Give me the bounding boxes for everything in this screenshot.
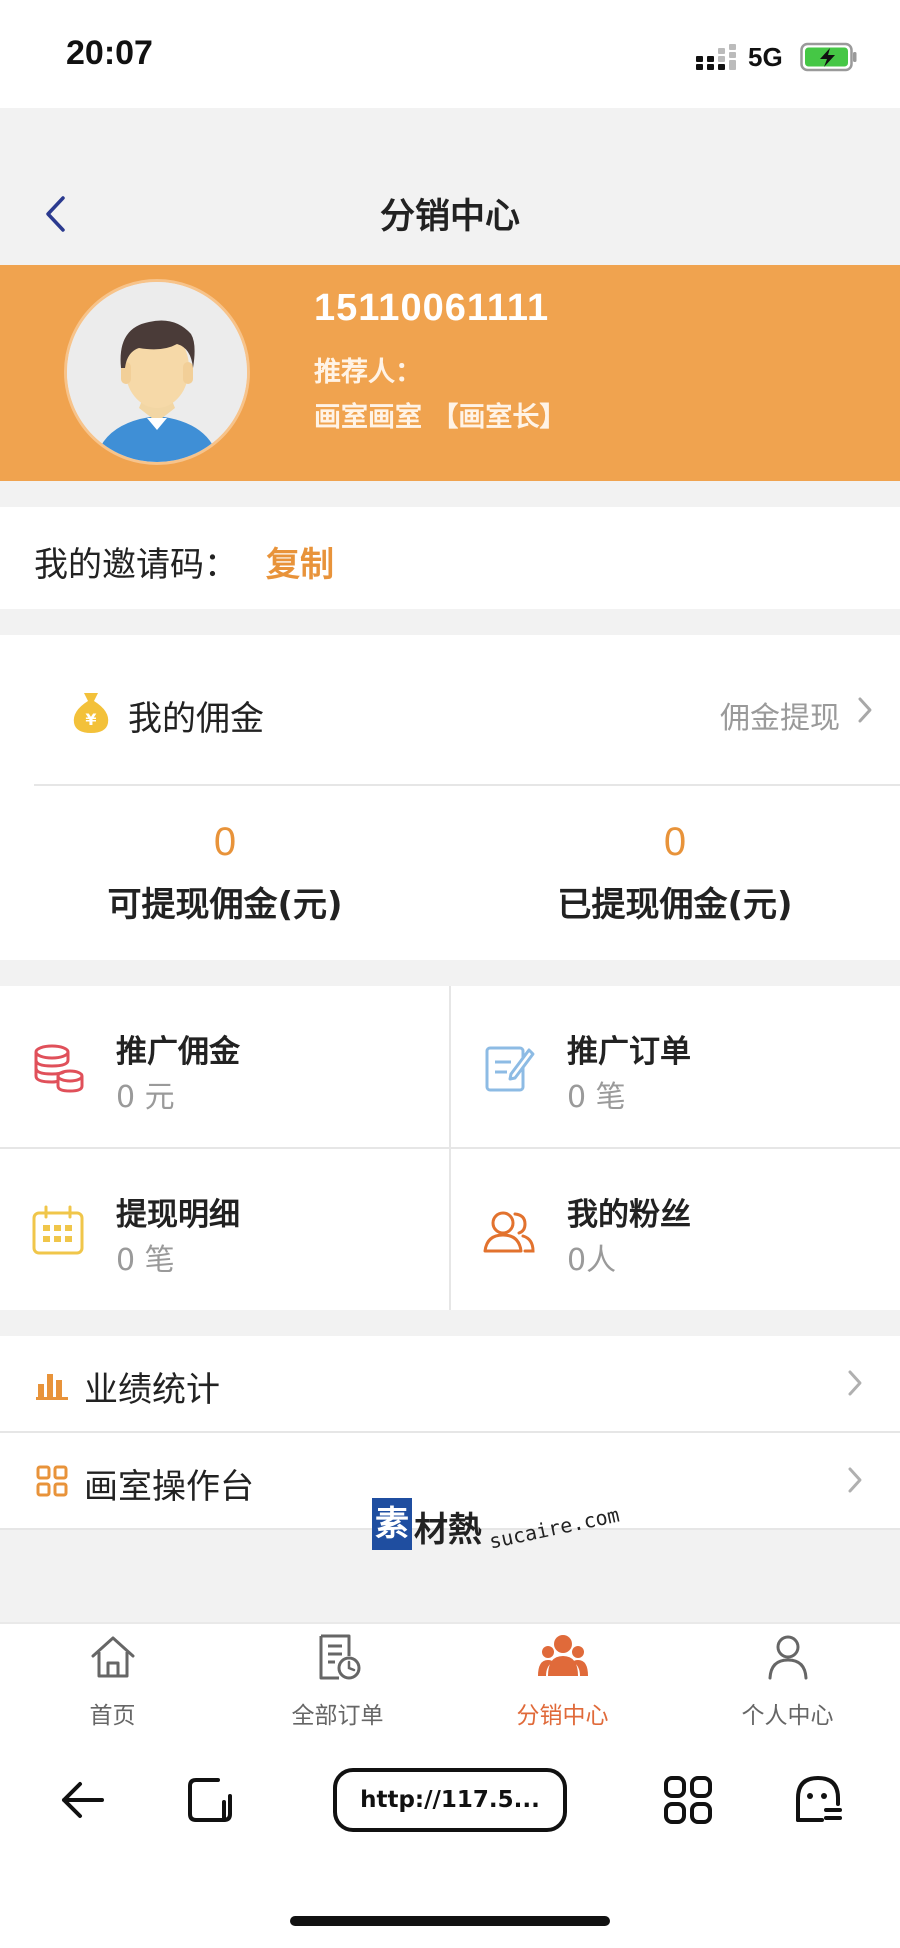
avatar-icon	[67, 282, 247, 462]
withdraw-detail-cell[interactable]: 提现明细 0 笔	[0, 1149, 449, 1310]
withdrawn-commission-stat: 0 已提现佣金(元)	[450, 820, 900, 926]
promo-orders-cell[interactable]: 推广订单 0 笔	[451, 986, 900, 1147]
signal-icon	[696, 44, 736, 70]
copy-invite-button[interactable]: 复制	[266, 537, 334, 586]
nav-bar: 分销中心	[0, 108, 900, 266]
watermark-text: 材熱	[414, 1510, 482, 1550]
promo-orders-title: 推广订单	[567, 1034, 691, 1070]
page-title: 分销中心	[379, 197, 520, 237]
tab-all-orders[interactable]: 全部订单	[225, 1624, 450, 1750]
grid-icon	[36, 1465, 68, 1497]
withdrawable-commission-stat: 0 可提现佣金(元)	[0, 820, 450, 926]
tabs-switcher-icon[interactable]	[184, 1774, 236, 1826]
performance-stats-item[interactable]: 业绩统计	[0, 1336, 900, 1433]
status-bar: 20:07 5G	[0, 0, 900, 108]
commission-header: ¥ 我的佣金 佣金提现	[0, 635, 900, 785]
withdrawable-commission-label: 可提现佣金(元)	[107, 885, 343, 925]
calendar-icon	[32, 1205, 84, 1255]
watermark-badge: 素	[372, 1498, 412, 1550]
tab-home-label: 首页	[89, 1703, 136, 1729]
tab-distribution-center-label: 分销中心	[516, 1703, 609, 1729]
profile-banner: 15110061111 推荐人： 画室画室 【画室长】	[0, 265, 900, 481]
commission-title: 我的佣金	[128, 699, 264, 739]
promo-commission-title: 推广佣金	[116, 1034, 240, 1070]
divider	[34, 784, 900, 786]
stats-grid: 推广佣金 0 元 推广订单 0 笔 提现明细 0 笔 我的粉丝 0人	[0, 986, 900, 1310]
profile-phone: 15110061111	[314, 287, 550, 329]
profile-referrer: 推荐人：	[314, 357, 422, 388]
promo-commission-cell[interactable]: 推广佣金 0 元	[0, 986, 449, 1147]
tab-home[interactable]: 首页	[0, 1624, 225, 1750]
avatar	[64, 279, 250, 465]
tab-distribution-center[interactable]: 分销中心	[450, 1624, 675, 1750]
order-list-icon	[319, 1634, 361, 1680]
my-fans-title: 我的粉丝	[567, 1197, 691, 1233]
moneybag-icon: ¥	[73, 693, 109, 733]
promo-orders-value: 0 笔	[567, 1080, 626, 1115]
watermark-domain: sucaire.com	[486, 1502, 622, 1554]
commission-card: ¥ 我的佣金 佣金提现 0 可提现佣金(元) 0 已提现佣金(元)	[0, 635, 900, 960]
person-icon	[768, 1635, 808, 1680]
url-bar[interactable]: http://117.5...	[333, 1768, 567, 1832]
status-time: 20:07	[66, 34, 153, 72]
chevron-right-icon	[848, 1467, 862, 1493]
divider	[0, 1147, 900, 1149]
tab-bar: 首页 全部订单 分销中心 个人中心	[0, 1622, 900, 1748]
tab-all-orders-label: 全部订单	[291, 1703, 384, 1729]
battery-charging-icon	[800, 42, 857, 72]
coins-stack-icon	[34, 1044, 84, 1093]
performance-stats-label: 业绩统计	[84, 1370, 220, 1410]
watermark: 素 材熱 sucaire.com	[372, 1490, 632, 1570]
browser-toolbar: http://117.5...	[0, 1748, 900, 1948]
withdraw-commission-link[interactable]: 佣金提现	[720, 693, 872, 737]
promo-commission-value: 0 元	[116, 1080, 175, 1115]
chevron-right-icon	[858, 697, 872, 723]
withdraw-detail-title: 提现明细	[116, 1197, 240, 1233]
network-label: 5G	[748, 42, 783, 72]
invite-code-row: 我的邀请码： 复制	[0, 507, 900, 609]
edit-note-icon	[485, 1046, 535, 1092]
arrow-left-icon[interactable]	[56, 1774, 108, 1826]
withdraw-detail-value: 0 笔	[116, 1243, 175, 1278]
home-icon	[91, 1636, 135, 1678]
profile-studio: 画室画室 【画室长】	[314, 402, 567, 433]
bar-chart-icon	[36, 1374, 68, 1400]
users-icon	[483, 1211, 535, 1253]
withdraw-commission-label: 佣金提现	[720, 701, 840, 736]
apps-grid-icon[interactable]	[662, 1774, 714, 1826]
my-fans-cell[interactable]: 我的粉丝 0人	[451, 1149, 900, 1310]
home-indicator	[290, 1916, 610, 1926]
tab-profile-label: 个人中心	[741, 1703, 834, 1729]
withdrawn-commission-label: 已提现佣金(元)	[557, 885, 793, 925]
tab-profile[interactable]: 个人中心	[675, 1624, 900, 1750]
chevron-right-icon	[848, 1370, 862, 1396]
withdrawn-commission-value: 0	[663, 820, 687, 864]
team-icon	[538, 1635, 588, 1676]
assistant-icon[interactable]	[792, 1774, 844, 1826]
studio-console-label: 画室操作台	[84, 1467, 254, 1507]
svg-text:¥: ¥	[85, 710, 96, 729]
withdrawable-commission-value: 0	[213, 820, 237, 864]
invite-code-label: 我的邀请码：	[34, 545, 238, 585]
my-fans-value: 0人	[567, 1243, 617, 1278]
